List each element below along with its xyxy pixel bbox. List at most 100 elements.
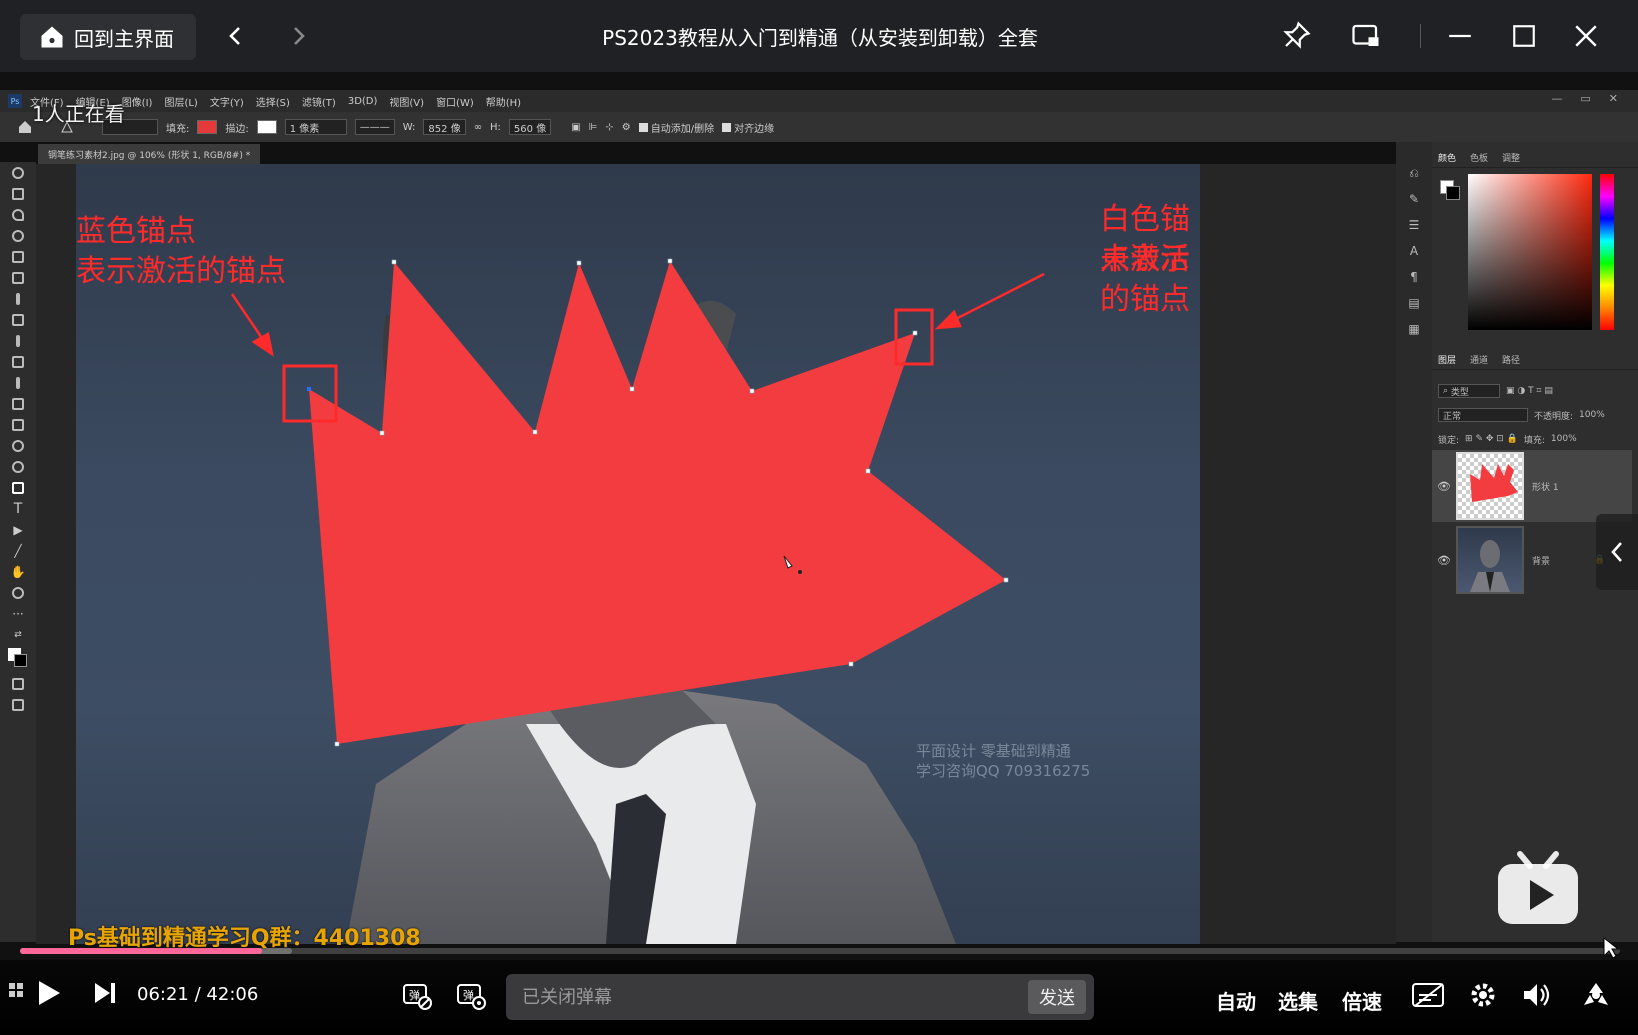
video-player[interactable]: 1人正在看 Ps 文件(F) 编辑(E) 图像(I) 图层(L) 文字(Y) 选… <box>0 72 1638 1035</box>
volume-icon <box>1524 984 1550 1006</box>
blur-tool-icon <box>0 435 36 456</box>
kind-label: 类型 <box>1450 387 1469 398</box>
color-panel-tabs: 颜色 色板 调整 <box>1432 148 1638 168</box>
watching-count: 1人正在看 <box>32 102 125 126</box>
side-panel-toggle-button[interactable] <box>1596 514 1638 590</box>
svg-text:弹: 弹 <box>409 988 420 1002</box>
inactive-anchor-annotation-line2: 未激活的锚点 <box>1100 242 1190 317</box>
eyedropper-tool-icon <box>0 288 36 309</box>
fill-opacity-value: 100% <box>1550 434 1577 444</box>
anchor-point <box>848 661 854 667</box>
more-tools-icon: ··· <box>12 606 24 621</box>
auto-add-label: 自动添加/删除 <box>650 123 715 135</box>
home-button[interactable]: 回到主界面 <box>20 14 196 60</box>
home-icon <box>41 26 63 48</box>
tab-swatches: 色板 <box>1470 154 1489 164</box>
subtitle-button[interactable] <box>1410 978 1448 1012</box>
link-icon: ∞ <box>473 121 483 133</box>
h-label: H: <box>490 121 501 133</box>
anchor-point <box>749 388 755 394</box>
fill-opacity-label: 填充: <box>1523 435 1545 446</box>
ps-document-tab: 钢笔练习素材2.jpg @ 106% (形状 1, RGB/8#) * <box>38 144 261 164</box>
speed-button[interactable]: 倍速 <box>1342 986 1382 1015</box>
lock-label: 锁定: <box>1438 435 1460 446</box>
current-time: 06:21 <box>137 984 189 1005</box>
move-tool-icon <box>0 162 36 183</box>
tab-layers: 图层 <box>1438 356 1457 366</box>
ps-menubar: Ps 文件(F) 编辑(E) 图像(I) 图层(L) 文字(Y) 选择(S) 滤… <box>0 90 1638 112</box>
anchor-point <box>667 258 673 264</box>
brush-tool-icon <box>0 330 36 351</box>
play-icon <box>39 981 60 1005</box>
fg-bg-colors <box>0 645 36 673</box>
anchor-point <box>576 260 582 266</box>
svg-text:弹: 弹 <box>463 988 474 1002</box>
layer-filter-select: ⌕ 类型 <box>1438 384 1500 398</box>
tray-icons <box>1576 978 1616 1012</box>
character-panel-icon: A <box>1409 244 1419 258</box>
ps-menu-type: 文字(Y) <box>209 97 244 109</box>
back-button[interactable] <box>218 18 254 54</box>
ps-menu-layer: 图层(L) <box>164 97 198 109</box>
active-anchor-annotation-line1: 蓝色锚点 <box>76 214 196 249</box>
subtitle-icon <box>1412 983 1444 1007</box>
home-label: 回到主界面 <box>74 26 174 51</box>
time-display: 06:21 / 42:06 <box>137 984 258 1005</box>
ps-menu-view: 视图(V) <box>389 97 425 109</box>
tab-color: 颜色 <box>1438 154 1457 164</box>
eraser-tool-icon <box>0 393 36 414</box>
auto-add-checkbox <box>638 122 648 132</box>
ps-options-bar: 填充: 描边: 1 像素 ——— W: 852 像 ∞ H: 560 像 ▣ ⊫… <box>0 112 1638 142</box>
watermark-line1: 平面设计 零基础到精通 <box>916 742 1071 760</box>
ps-side-dock: ⎌ ✎ ☰ A ¶ ▤ ▦ <box>1396 142 1432 942</box>
minimize-button[interactable] <box>1442 18 1478 54</box>
opacity-value: 100% <box>1579 410 1605 420</box>
blend-mode-select: 正常 <box>1438 408 1528 422</box>
stamp-tool-icon <box>0 351 36 372</box>
type-tool-icon: T <box>13 500 23 517</box>
close-button[interactable] <box>1568 18 1604 54</box>
active-anchor-point <box>307 387 311 391</box>
align-edges-checkbox <box>722 122 732 132</box>
danmu-toggle-button[interactable]: 弹 <box>400 978 434 1012</box>
maximize-button[interactable] <box>1506 18 1542 54</box>
eye-icon: 👁 <box>1437 553 1451 567</box>
forward-button[interactable] <box>280 18 316 54</box>
volume-button[interactable] <box>1520 978 1554 1012</box>
time-separator: / <box>194 984 201 1005</box>
anchor-point <box>865 468 871 474</box>
gear-icon <box>1471 983 1495 1007</box>
ps-toolbar: T ▶ ╱ ✋ ··· ⇄ <box>0 162 36 942</box>
windows-start-icon <box>8 982 24 998</box>
tab-adjustments: 调整 <box>1502 154 1521 164</box>
ps-home-icon <box>18 120 32 134</box>
quality-button[interactable]: 自动 <box>1216 986 1256 1015</box>
tab-channels: 通道 <box>1470 356 1489 366</box>
danmu-settings-button[interactable]: 弹 <box>454 978 488 1012</box>
watermark-line2: 学习咨询QQ 709316275 <box>916 762 1091 780</box>
send-button[interactable]: 发送 <box>1028 980 1086 1014</box>
chevron-left-icon <box>1611 542 1622 562</box>
marquee-tool-icon <box>0 183 36 204</box>
pin-button[interactable] <box>1278 18 1314 54</box>
lock-icons: ⊞ ✎ ✥ ⊡ 🔒 <box>1465 434 1518 444</box>
h-field: 560 像 <box>508 119 552 135</box>
danmu-input[interactable] <box>522 984 1002 1010</box>
episodes-button[interactable]: 选集 <box>1278 986 1318 1015</box>
left-callout-arrow <box>230 293 268 345</box>
close-icon <box>1575 25 1597 47</box>
next-icon <box>95 983 115 1003</box>
bilibili-tv-logo-icon <box>1498 851 1578 924</box>
next-button[interactable] <box>90 978 120 1008</box>
path-select-tool-icon: ▶ <box>13 522 23 537</box>
w-field: 852 像 <box>423 119 466 135</box>
anchor-point <box>1003 577 1009 583</box>
settings-button[interactable] <box>1466 978 1500 1012</box>
paragraph-panel-icon: ¶ <box>1410 270 1418 284</box>
active-anchor-annotation-line2: 表示激活的锚点 <box>76 254 286 289</box>
mini-window-button[interactable] <box>1348 18 1384 54</box>
path-ops-icon: ▣ <box>571 121 581 133</box>
frame-tool-icon <box>0 267 36 288</box>
history-panel-icon: ⎌ <box>1409 166 1419 180</box>
play-button[interactable] <box>34 978 64 1008</box>
